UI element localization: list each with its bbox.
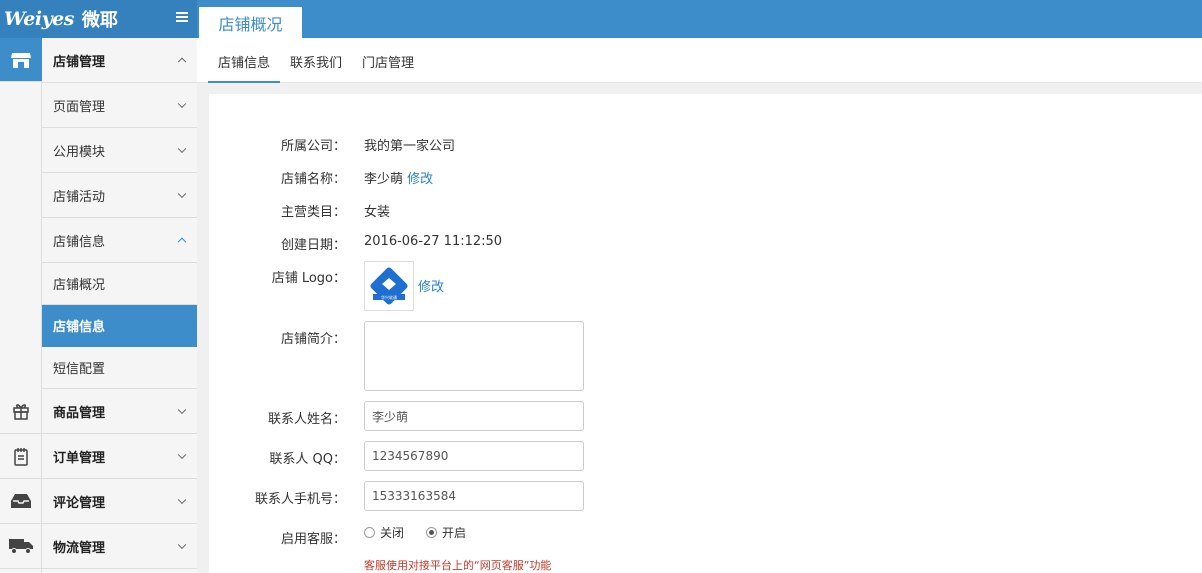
sidebar-item-page-management[interactable]: 页面管理 <box>42 83 197 128</box>
logo-text-cn: 微耶 <box>81 10 118 31</box>
sidebar-item-label: 店铺活动 <box>53 189 106 205</box>
sidebar-item-store-overview[interactable]: 店铺概况 <box>42 263 197 305</box>
created-date-value: 2016-06-27 11:12:50 <box>364 234 503 249</box>
sub-navigation: 店铺信息 联系我们 门店管理 <box>197 38 1202 83</box>
logo-text-en: Weiyes <box>4 8 74 30</box>
truck-icon[interactable] <box>0 524 42 569</box>
chevron-up-icon <box>177 57 187 67</box>
sidebar-item-review-management[interactable]: 评论管理 <box>42 479 197 524</box>
store-name-row: 李少萌 修改 <box>364 168 433 187</box>
radio-checked-icon <box>426 527 437 538</box>
subtab-store-info[interactable]: 店铺信息 <box>208 52 281 83</box>
sidebar-item-label: 商品管理 <box>53 405 106 421</box>
sidebar-item-order-management[interactable]: 订单管理 <box>42 434 197 479</box>
sidebar-item-sms-config[interactable]: 短信配置 <box>42 347 197 389</box>
sidebar-item-common-modules[interactable]: 公用模块 <box>42 128 197 173</box>
sidebar-item-label: 短信配置 <box>53 362 106 377</box>
contact-name-label: 联系人姓名： <box>267 412 346 427</box>
sidebar-item-label: 评论管理 <box>53 495 106 511</box>
notepad-icon[interactable] <box>0 434 42 479</box>
store-name-label: 店铺名称： <box>280 172 346 187</box>
sidebar-item-label: 订单管理 <box>53 450 106 466</box>
sidebar-item-store-info-group[interactable]: 店铺信息 <box>42 218 197 263</box>
service-on-label: 开启 <box>442 526 467 540</box>
service-on-radio[interactable]: 开启 <box>426 524 466 541</box>
sidebar-item-product-management[interactable]: 商品管理 <box>42 389 197 434</box>
gift-icon[interactable] <box>0 389 42 434</box>
chevron-down-icon <box>177 99 187 109</box>
service-label: 启用客服： <box>280 532 346 547</box>
sidebar-item-label: 店铺管理 <box>53 54 106 70</box>
chevron-down-icon <box>177 189 187 199</box>
store-icon[interactable] <box>0 38 42 82</box>
company-label: 所属公司： <box>280 139 346 154</box>
subtab-store-management[interactable]: 门店管理 <box>362 52 414 71</box>
logo-caption: 华兴软通 <box>381 294 397 300</box>
chevron-down-icon <box>177 450 187 460</box>
sidebar-item-label: 页面管理 <box>53 99 106 115</box>
service-off-radio[interactable]: 关闭 <box>364 524 404 541</box>
chevron-down-icon <box>177 495 187 505</box>
store-name-value: 李少萌 <box>364 172 404 187</box>
service-note: 客服使用对接平台上的“网页客服”功能 <box>364 559 552 572</box>
brand-logo[interactable]: Weiyes 微耶 <box>0 0 197 38</box>
phone-label: 联系人手机号： <box>254 492 346 507</box>
chevron-down-icon <box>177 144 187 154</box>
sidebar-item-label: 物流管理 <box>53 540 106 556</box>
sidebar-item-label: 店铺概况 <box>53 278 106 293</box>
sidebar-item-label: 公用模块 <box>53 144 106 160</box>
chevron-up-icon <box>177 237 187 247</box>
store-info-form: 所属公司： 我的第一家公司 店铺名称： 李少萌 修改 主营类目： 女装 创建日期… <box>209 94 1202 573</box>
sidebar: 店铺管理 页面管理 公用模块 店铺活动 店铺信息 店铺概况 店铺信息 短信配置 … <box>0 38 197 573</box>
chevron-down-icon <box>177 405 187 415</box>
qq-label: 联系人 QQ： <box>269 452 346 467</box>
chevron-down-icon <box>177 540 187 550</box>
sidebar-item-store-info[interactable]: 店铺信息 <box>42 305 197 347</box>
edit-logo-link[interactable]: 修改 <box>418 276 444 295</box>
company-value: 我的第一家公司 <box>364 139 456 154</box>
inbox-icon[interactable] <box>0 479 42 524</box>
sidebar-item-label: 店铺信息 <box>53 234 106 250</box>
sidebar-item-store-activities[interactable]: 店铺活动 <box>42 173 197 218</box>
store-logo-label: 店铺 Logo： <box>271 271 346 286</box>
service-off-label: 关闭 <box>380 526 405 540</box>
created-date-label: 创建日期： <box>280 238 346 253</box>
contact-name-input[interactable]: 李少萌 <box>364 401 584 431</box>
category-value: 女装 <box>364 205 391 220</box>
category-label: 主营类目： <box>280 205 346 220</box>
menu-toggle-icon[interactable] <box>176 10 188 24</box>
subtab-contact-us[interactable]: 联系我们 <box>290 52 342 71</box>
intro-label: 店铺简介： <box>280 332 346 347</box>
radio-icon <box>364 527 375 538</box>
qq-input[interactable]: 1234567890 <box>364 441 584 471</box>
sidebar-item-logistics-management[interactable]: 物流管理 <box>42 524 197 569</box>
phone-input[interactable]: 15333163584 <box>364 481 584 511</box>
tab-store-overview[interactable]: 店铺概况 <box>199 4 302 38</box>
sidebar-item-store-management[interactable]: 店铺管理 <box>42 38 197 83</box>
sidebar-item-label: 店铺信息 <box>53 320 106 335</box>
store-logo-image: 华兴软通 <box>364 261 414 311</box>
intro-textarea[interactable] <box>364 321 584 391</box>
edit-name-link[interactable]: 修改 <box>407 172 433 187</box>
top-bar: Weiyes 微耶 店铺概况 <box>0 0 1202 38</box>
